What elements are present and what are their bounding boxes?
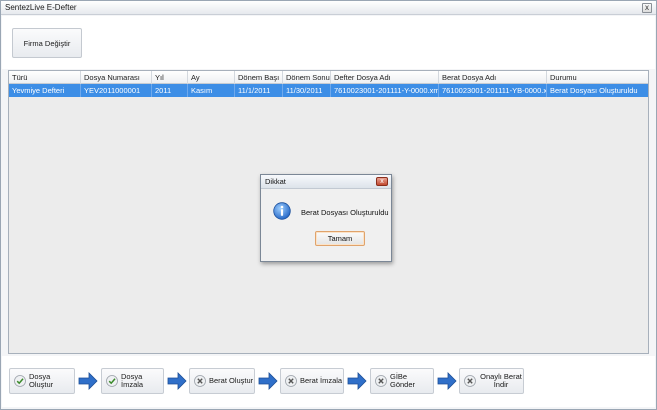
dosya-imzala-button[interactable]: Dosya İmzala [101,368,164,394]
dialog-title-bar: Dikkat x [261,175,391,189]
gibe-gonder-button[interactable]: GİBe Gönder [370,368,434,394]
arrow-right-icon [347,372,367,390]
dikkat-dialog: Dikkat x Berat Dosyası Oluşturuldu Tamam [260,174,392,262]
dosya-olustur-label: Dosya Oluştur [29,372,54,389]
toolbar: Firma Değiştir [2,16,655,69]
column-header-defter-dosya-adi[interactable]: Defter Dosya Adı [331,71,439,84]
column-header-donem-basi[interactable]: Dönem Başı [235,71,283,84]
cell-defter-dosya-adi: 7610023001-201111-Y-0000.xml [331,84,439,97]
column-header-turu[interactable]: Türü [9,71,81,84]
berat-imzala-button[interactable]: Berat İmzala [280,368,344,394]
cell-ay: Kasım [188,84,235,97]
tamam-button[interactable]: Tamam [315,231,365,246]
app-window: SentezLive E-Defter x Firma Değiştir Tür… [0,0,657,410]
dialog-message: Berat Dosyası Oluşturuldu [301,208,389,217]
check-icon [14,375,26,387]
column-header-berat-dosya-adi[interactable]: Berat Dosya Adı [439,71,547,84]
column-header-dosya-numarasi[interactable]: Dosya Numarası [81,71,152,84]
berat-imzala-label: Berat İmzala [300,376,343,385]
cell-donem-basi: 11/1/2011 [235,84,283,97]
info-icon [273,202,291,220]
cell-dosya-numarasi: YEV2011000001 [81,84,152,97]
x-icon [375,375,387,387]
check-icon [106,375,118,387]
x-icon [285,375,297,387]
title-bar: SentezLive E-Defter x [1,1,656,15]
table-row[interactable]: Yevmiye Defteri YEV2011000001 2011 Kasım… [9,84,648,97]
dialog-title: Dikkat [265,177,286,186]
grid-header: Türü Dosya Numarası Yıl Ay Dönem Başı Dö… [9,71,648,84]
window-close-button[interactable]: x [642,3,652,13]
cell-berat-dosya-adi: 7610023001-201111-YB-0000.xml [439,84,547,97]
gibe-gonder-label: GİBe Gönder [390,372,416,389]
berat-olustur-button[interactable]: Berat Oluştur [189,368,255,394]
cell-turu: Yevmiye Defteri [9,84,81,97]
column-header-durumu[interactable]: Durumu [547,71,648,84]
cell-yil: 2011 [152,84,188,97]
cell-durumu: Berat Dosyası Oluşturuldu [550,86,638,95]
x-icon [194,375,206,387]
window-title: SentezLive E-Defter [5,3,77,12]
arrow-right-icon [437,372,457,390]
arrow-right-icon [167,372,187,390]
firma-degistir-button[interactable]: Firma Değiştir [12,28,82,58]
arrow-right-icon [258,372,278,390]
dosya-imzala-label: Dosya İmzala [121,372,144,389]
x-icon [464,375,476,387]
onayli-berat-indir-label: Onaylı Berat İndir [480,372,522,389]
action-bar: Dosya Oluştur Dosya İmzala Berat Oluştur [2,356,655,407]
dialog-close-button[interactable]: x [376,177,388,186]
cell-donem-sonu: 11/30/2011 [283,84,331,97]
arrow-right-icon [78,372,98,390]
column-header-yil[interactable]: Yıl [152,71,188,84]
berat-olustur-label: Berat Oluştur [209,376,254,385]
onayli-berat-indir-button[interactable]: Onaylı Berat İndir [459,368,524,394]
column-header-ay[interactable]: Ay [188,71,235,84]
column-header-donem-sonu[interactable]: Dönem Sonu [283,71,331,84]
dosya-olustur-button[interactable]: Dosya Oluştur [9,368,75,394]
